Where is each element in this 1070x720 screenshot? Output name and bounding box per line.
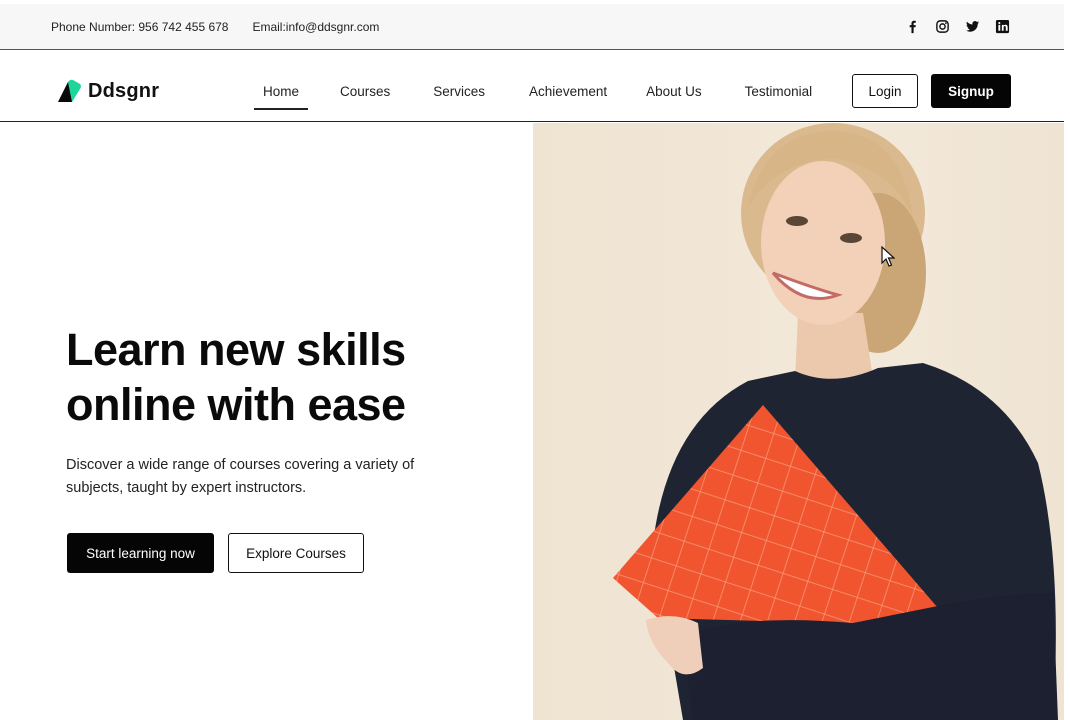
signup-button[interactable]: Signup [931, 74, 1011, 108]
twitter-icon[interactable] [964, 19, 980, 35]
linkedin-icon[interactable] [994, 19, 1010, 35]
hero-title-line-1: Learn new skills [66, 324, 406, 375]
phone-number: Phone Number: 956 742 455 678 [51, 19, 229, 34]
login-button[interactable]: Login [852, 74, 918, 108]
hero-title-line-2: online with ease [66, 379, 406, 430]
hero-photo-illustration [613, 123, 1058, 720]
nav-link-achievement[interactable]: Achievement [529, 60, 607, 122]
instagram-icon[interactable] [934, 19, 950, 35]
nav-links: Home Courses Services Achievement About … [254, 60, 812, 122]
nav-link-home[interactable]: Home [254, 60, 308, 122]
contact-info: Phone Number: 956 742 455 678 Email:info… [51, 20, 379, 34]
main-navbar: Ddsgnr Home Courses Services Achievement… [0, 60, 1064, 122]
hero-description: Discover a wide range of courses coverin… [66, 457, 415, 496]
top-info-bar: Phone Number: 956 742 455 678 Email:info… [0, 4, 1064, 50]
mouse-cursor-icon [881, 246, 895, 267]
nav-link-services[interactable]: Services [433, 60, 485, 122]
nav-link-testimonial[interactable]: Testimonial [745, 60, 813, 122]
social-links [904, 19, 1010, 35]
brand[interactable]: Ddsgnr [56, 78, 159, 104]
hero-photo [533, 123, 1064, 720]
email-address[interactable]: Email:info@ddsgnr.com [252, 20, 379, 34]
explore-courses-button[interactable]: Explore Courses [228, 533, 364, 573]
start-learning-button[interactable]: Start learning now [67, 533, 214, 573]
hero-title: Learn new skills online with ease [66, 322, 486, 432]
facebook-icon[interactable] [904, 19, 920, 35]
brand-logo-icon [58, 79, 81, 102]
nav-link-courses[interactable]: Courses [340, 60, 390, 122]
brand-name: Ddsgnr [88, 79, 160, 102]
nav-link-about-us[interactable]: About Us [646, 60, 702, 122]
